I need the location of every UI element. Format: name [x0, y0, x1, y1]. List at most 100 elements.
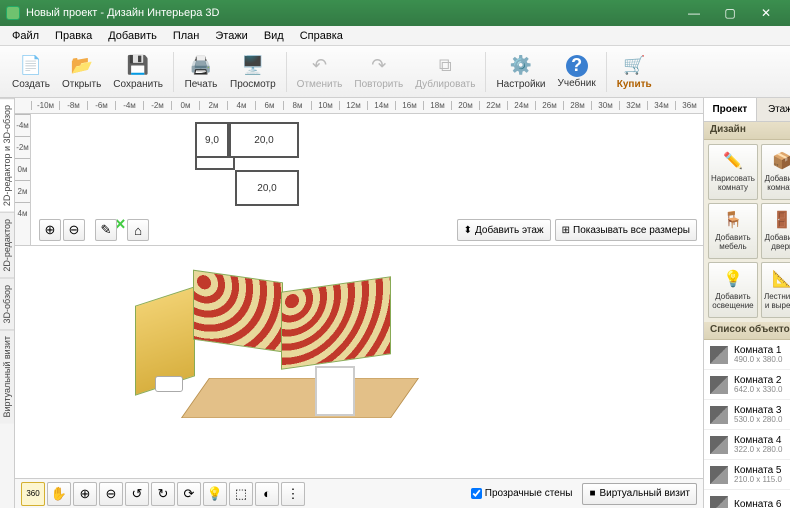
menu-Вид[interactable]: Вид: [256, 28, 292, 44]
floorplan[interactable]: 9,020,0 20,0: [195, 122, 335, 212]
design-btn-3[interactable]: 🪑Добавить мебель: [708, 203, 758, 259]
view-tool-3[interactable]: ⊖: [99, 482, 123, 506]
toolbar-preview-button[interactable]: 🖥️Просмотр: [224, 52, 282, 92]
show-dimensions-button[interactable]: ⊞Показывать все размеры: [555, 219, 697, 241]
virtual-visit-button[interactable]: ■Виртуальный визит: [582, 483, 697, 505]
object-row[interactable]: Комната 1490.0 x 380.0👁: [704, 340, 790, 370]
plan-tool-1[interactable]: ⊖: [63, 219, 85, 241]
vtab-3[interactable]: Виртуальный визит: [0, 329, 14, 423]
minimize-button[interactable]: —: [676, 3, 712, 23]
toolbar-help-button[interactable]: ?Учебник: [552, 53, 602, 91]
objects-header: Список объектов: [704, 322, 790, 340]
undo-icon: ↶: [308, 54, 332, 78]
design-icon-3: 🪑: [722, 210, 744, 232]
object-row[interactable]: Комната 3530.0 x 280.0👁: [704, 400, 790, 430]
plan-tool-5[interactable]: ⌂: [127, 219, 149, 241]
vtab-2[interactable]: 3D-обзор: [0, 278, 14, 330]
object-row[interactable]: Комната 6👁: [704, 490, 790, 508]
view-tool-2[interactable]: ⊕: [73, 482, 97, 506]
cube-icon: [710, 436, 728, 454]
side-tabs: 2D-редактор и 3D-обзор2D-редактор3D-обзо…: [0, 98, 15, 508]
menu-Файл[interactable]: Файл: [4, 28, 47, 44]
menu-План[interactable]: План: [165, 28, 208, 44]
cube-icon: [710, 466, 728, 484]
view-tool-4[interactable]: ↺: [125, 482, 149, 506]
cube-icon: [710, 496, 728, 508]
toolbar-settings-button[interactable]: ⚙️Настройки: [490, 52, 551, 92]
open-icon: 📂: [70, 54, 94, 78]
room-2d[interactable]: 9,0: [195, 122, 229, 158]
print-icon: 🖨️: [189, 54, 213, 78]
object-row[interactable]: Комната 5210.0 x 115.0👁: [704, 460, 790, 490]
design-icon-6: 💡: [722, 269, 744, 291]
menu-Правка[interactable]: Правка: [47, 28, 100, 44]
design-btn-7[interactable]: 📐Лестницы и вырезы: [761, 262, 790, 318]
toolbar-dup-button[interactable]: ⧉Дублировать: [409, 52, 481, 92]
view-tool-1[interactable]: ✋: [47, 482, 71, 506]
design-btn-6[interactable]: 💡Добавить освещение: [708, 262, 758, 318]
toolbar-open-button[interactable]: 📂Открыть: [56, 52, 107, 92]
vtab-0[interactable]: 2D-редактор и 3D-обзор: [0, 98, 14, 212]
toolbar-redo-button[interactable]: ↷Повторить: [348, 52, 409, 92]
object-list: Комната 1490.0 x 380.0👁Комната 2642.0 x …: [704, 340, 790, 508]
menu-Этажи[interactable]: Этажи: [207, 28, 255, 44]
design-btn-0[interactable]: ✏️Нарисовать комнату: [708, 144, 758, 200]
preview-icon: 🖥️: [241, 54, 265, 78]
redo-icon: ↷: [367, 54, 391, 78]
ruler-vertical: -4м-2м0м2м4м: [15, 114, 31, 245]
maximize-button[interactable]: ▢: [712, 3, 748, 23]
design-icon-4: 🚪: [771, 210, 790, 232]
view-tool-9[interactable]: ◐: [255, 482, 279, 506]
design-grid: ✏️Нарисовать комнату📦Добавить комнату🧱На…: [704, 140, 790, 322]
view-tool-5[interactable]: ↻: [151, 482, 175, 506]
render-3d: [135, 266, 455, 446]
toolbar-undo-button[interactable]: ↶Отменить: [291, 52, 349, 92]
cube-icon: [710, 376, 728, 394]
toolbar-new-button[interactable]: 📄Создать: [6, 52, 56, 92]
design-icon-1: 📦: [771, 151, 790, 173]
cube-icon: [710, 346, 728, 364]
view-tool-7[interactable]: 💡: [203, 482, 227, 506]
room-2d[interactable]: 20,0: [229, 122, 299, 158]
room-2d[interactable]: 20,0: [235, 170, 299, 206]
rtab-Этажи[interactable]: Этажи: [757, 98, 790, 121]
design-header: Дизайн: [704, 122, 790, 140]
new-icon: 📄: [19, 54, 43, 78]
design-icon-0: ✏️: [722, 151, 744, 173]
plan-tool-3[interactable]: ✎: [95, 219, 117, 241]
toolbar-buy-button[interactable]: 🛒Купить: [611, 52, 658, 92]
add-floor-button[interactable]: ⬍Добавить этаж: [457, 219, 551, 241]
toolbar-print-button[interactable]: 🖨️Печать: [178, 52, 224, 92]
save-icon: 💾: [126, 54, 150, 78]
menu-Добавить[interactable]: Добавить: [100, 28, 165, 44]
object-row[interactable]: Комната 4322.0 x 280.0👁: [704, 430, 790, 460]
window-title: Новый проект - Дизайн Интерьера 3D: [26, 7, 219, 19]
design-btn-1[interactable]: 📦Добавить комнату: [761, 144, 790, 200]
design-btn-4[interactable]: 🚪Добавить дверь: [761, 203, 790, 259]
plan-2d-view[interactable]: -4м-2м0м2м4м 9,020,020,0 × ⊕⊖✎⌂ ⬍Добавит…: [15, 114, 703, 246]
design-icon-7: 📐: [771, 269, 790, 291]
object-row[interactable]: Комната 2642.0 x 330.0👁: [704, 370, 790, 400]
camera-icon: ■: [589, 488, 595, 499]
vtab-1[interactable]: 2D-редактор: [0, 212, 14, 278]
right-panel: ПроектЭтажиСвойства Дизайн ✏️Нарисовать …: [703, 98, 790, 508]
menu-Справка[interactable]: Справка: [292, 28, 351, 44]
toolbar-save-button[interactable]: 💾Сохранить: [107, 52, 169, 92]
view-tool-8[interactable]: ⬚: [229, 482, 253, 506]
plan-tools: ⊕⊖ ✎ ⌂: [39, 219, 149, 241]
title-bar: Новый проект - Дизайн Интерьера 3D — ▢ ✕: [0, 0, 790, 26]
help-icon: ?: [566, 55, 588, 77]
plan-tool-0[interactable]: ⊕: [39, 219, 61, 241]
dup-icon: ⧉: [433, 54, 457, 78]
menu-bar: ФайлПравкаДобавитьПланЭтажиВидСправка: [0, 26, 790, 46]
view-tool-0[interactable]: 360: [21, 482, 45, 506]
view-tool-10[interactable]: ⋮: [281, 482, 305, 506]
transparent-walls-checkbox[interactable]: Прозрачные стены: [471, 488, 573, 499]
settings-icon: ⚙️: [509, 54, 533, 78]
view-tool-6[interactable]: ⟳: [177, 482, 201, 506]
close-button[interactable]: ✕: [748, 3, 784, 23]
bottom-toolbar: 360✋⊕⊖↺↻⟳💡⬚◐⋮ Прозрачные стены ■Виртуальны…: [15, 478, 703, 508]
view-3d[interactable]: [15, 246, 703, 478]
app-icon: [6, 6, 20, 20]
rtab-Проект[interactable]: Проект: [704, 98, 757, 121]
